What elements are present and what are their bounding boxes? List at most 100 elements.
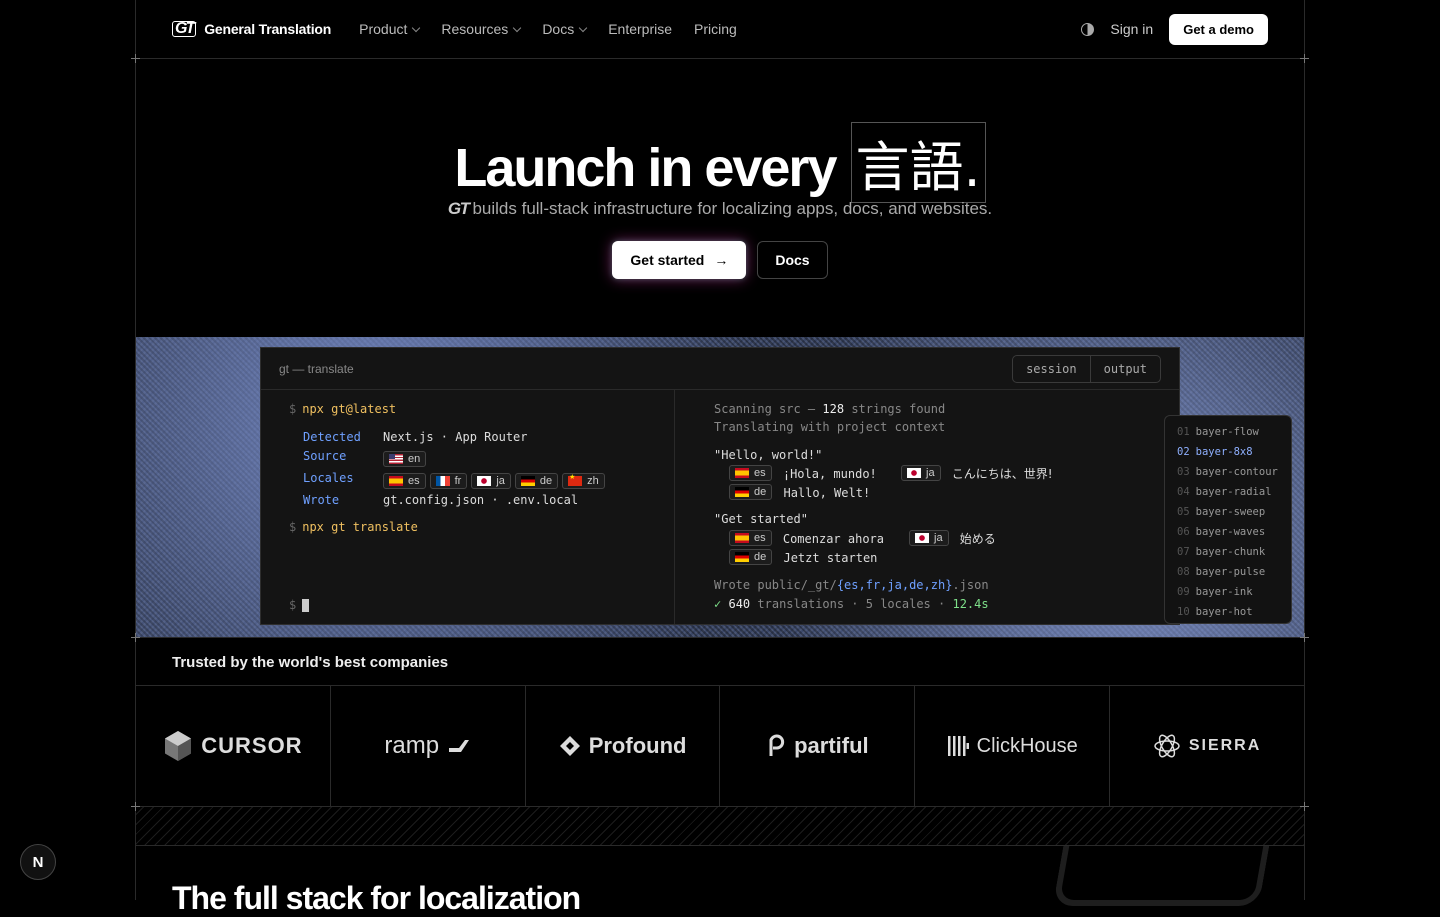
chevron-down-icon (412, 23, 421, 32)
source-string: "Get started" (714, 512, 808, 526)
locale-list: esfrjadezh (383, 473, 609, 489)
context-line: Translating with project context (714, 420, 946, 434)
nav-product[interactable]: Product (359, 21, 421, 37)
customer-logos: CURSOR ramp Profound partiful ClickHouse… (136, 686, 1304, 806)
gt-logo-icon: GT (172, 21, 197, 37)
brand-logo[interactable]: GT General Translation (172, 21, 331, 37)
logo-clickhouse: ClickHouse (915, 686, 1111, 806)
divider (135, 637, 1305, 638)
preset-item[interactable]: 08 bayer-pulse (1165, 562, 1291, 582)
hero-title: Launch in every 言語. (0, 122, 1440, 203)
header-actions: Sign in Get a demo (1081, 13, 1268, 45)
logo-sierra: SIERRA (1110, 686, 1304, 806)
dither-background: gt — translate session output $ npx gt@la… (136, 337, 1304, 637)
nav-docs[interactable]: Docs (542, 21, 588, 37)
source-string: "Hello, world!" (714, 448, 823, 462)
detected-label: Detected (303, 430, 361, 444)
detected-value: Next.js · App Router (383, 430, 528, 444)
section-title: The full stack for localization (172, 880, 581, 916)
source-locale: en (383, 451, 430, 467)
get-demo-button[interactable]: Get a demo (1169, 13, 1268, 45)
terminal-window: gt — translate session output $ npx gt@la… (260, 347, 1180, 625)
ja-flag-icon (477, 476, 492, 486)
completion-line: ✓ 640 translations · 5 locales · 12.4s (714, 597, 989, 611)
cursor-cube-icon (165, 731, 192, 761)
preset-item[interactable]: 03 bayer-contour (1165, 462, 1291, 482)
site-header: GT General Translation Product Resources… (136, 0, 1304, 58)
divider (135, 58, 1305, 59)
logo-ramp: ramp (331, 686, 526, 806)
dither-preset-list: 01 bayer-flow 02 bayer-8x8 03 bayer-contour 04… (1164, 415, 1292, 624)
ja-flag-icon (907, 468, 921, 478)
decorative-shape (1052, 846, 1270, 906)
sign-in-link[interactable]: Sign in (1110, 21, 1153, 37)
translation-de: de Hallo, Welt! (729, 484, 870, 500)
translation-es: es ¡Hola, mundo! (729, 465, 877, 481)
wrote-label: Wrote (303, 493, 340, 507)
terminal-session-pane: $ npx gt@latest Detected Next.js · App Ro… (261, 390, 675, 624)
terminal-titlebar: gt — translate session output (261, 348, 1179, 390)
logo-cursor: CURSOR (136, 686, 331, 806)
profound-mark-icon (559, 736, 580, 756)
tab-session[interactable]: session (1013, 356, 1090, 382)
fr-flag-icon (435, 476, 450, 486)
nav-enterprise[interactable]: Enterprise (608, 21, 672, 37)
scan-line: Scanning src — 128 strings found (714, 402, 946, 416)
hero-subtitle: GT builds full-stack infrastructure for l… (447, 199, 993, 218)
hero-actions: Get started → Docs (0, 241, 1440, 279)
preset-item[interactable]: 04 bayer-radial (1165, 482, 1291, 502)
get-started-button[interactable]: Get started → (612, 241, 747, 279)
gt-logo-icon: GT (447, 199, 470, 218)
hero-rotating-word: 言語. (850, 122, 986, 203)
chevron-down-icon (578, 23, 588, 32)
locales-label: Locales (303, 471, 354, 485)
translation-ja: ja 始める (909, 530, 996, 547)
hatch-divider (136, 807, 1304, 845)
command-line: $ npx gt translate (289, 520, 418, 534)
preset-item[interactable]: 07 bayer-chunk (1165, 542, 1291, 562)
logo-partiful: partiful (720, 686, 916, 806)
preset-item[interactable]: 10 bayer-hot (1165, 602, 1291, 622)
check-icon: ✓ (714, 597, 722, 611)
translation-ja: ja こんにちは、世界! (901, 465, 1053, 482)
brand-name: General Translation (204, 21, 332, 37)
nav-resources[interactable]: Resources (441, 21, 522, 37)
translation-de: de Jetzt starten (729, 549, 877, 565)
chevron-down-icon (513, 23, 522, 32)
ja-flag-icon (915, 533, 929, 543)
sierra-mark-icon (1154, 734, 1180, 758)
trusted-heading: Trusted by the world's best companies (172, 654, 449, 671)
logo-profound: Profound (526, 686, 721, 806)
ramp-mark-icon (449, 740, 470, 752)
de-flag-icon (520, 476, 535, 486)
nextjs-badge[interactable]: N (20, 844, 56, 880)
preset-item[interactable]: 02 bayer-8x8 (1165, 442, 1291, 462)
de-flag-icon (735, 552, 749, 562)
es-flag-icon (389, 476, 403, 486)
us-flag-icon (389, 454, 403, 464)
preset-item[interactable]: 09 bayer-ink (1165, 582, 1291, 602)
tab-output[interactable]: output (1089, 355, 1160, 382)
theme-toggle-icon[interactable] (1081, 22, 1095, 36)
output-path: Wrote public/_gt/{es,fr,ja,de,zh}.json (714, 578, 989, 592)
terminal-tabs: session output (1012, 354, 1161, 383)
preset-item[interactable]: 06 bayer-waves (1165, 522, 1291, 542)
nav-pricing[interactable]: Pricing (694, 21, 737, 37)
preset-item[interactable]: 05 bayer-sweep (1165, 502, 1291, 522)
source-label: Source (303, 449, 347, 463)
docs-button[interactable]: Docs (757, 241, 828, 279)
es-flag-icon (735, 533, 749, 543)
terminal-input[interactable]: $ (289, 598, 310, 612)
arrow-right-icon: → (714, 252, 729, 268)
terminal-title: gt — translate (279, 361, 354, 376)
main-nav: Product Resources Docs Enterprise Pricin… (359, 21, 737, 37)
partiful-mark-icon (769, 734, 785, 756)
wrote-value: gt.config.json · .env.local (383, 493, 579, 507)
zh-flag-icon (568, 473, 583, 486)
preset-item[interactable]: 01 bayer-flow (1165, 422, 1291, 442)
de-flag-icon (735, 487, 749, 497)
text-cursor (302, 599, 310, 612)
es-flag-icon (735, 468, 749, 478)
terminal-output-pane: Scanning src — 128 strings found Transla… (676, 390, 1179, 624)
translation-es: es Comenzar ahora (729, 530, 884, 546)
